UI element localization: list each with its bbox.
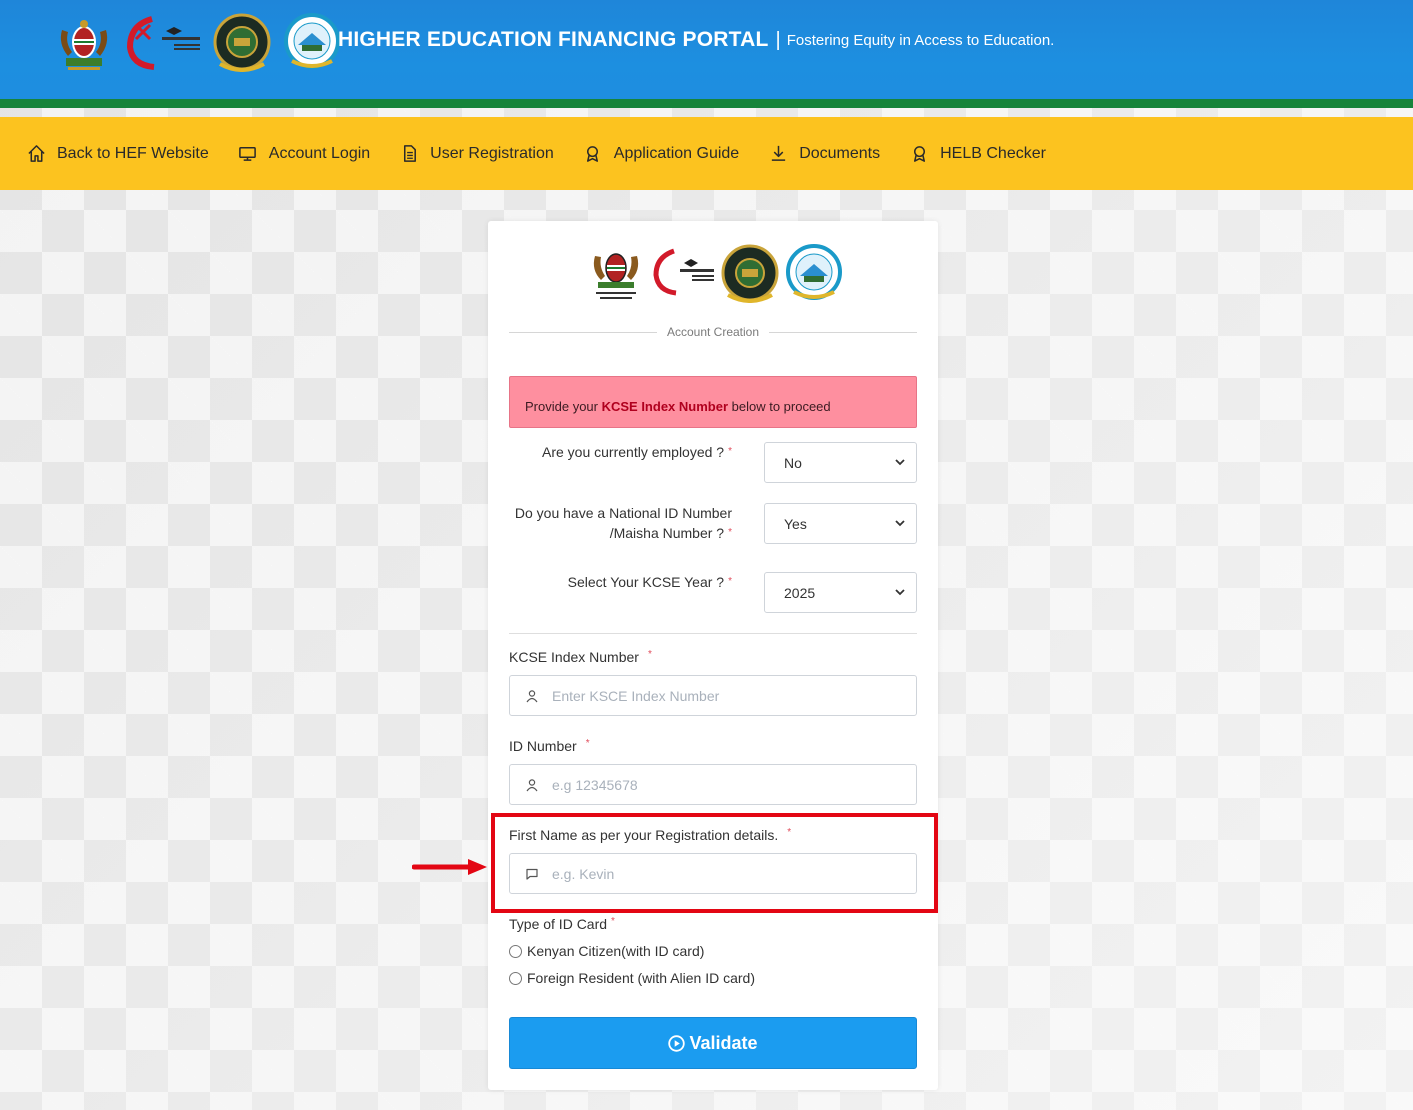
chevron-down-icon [893,585,907,599]
document-icon [399,144,419,164]
play-circle-icon [668,1034,686,1052]
input-placeholder: Enter KSCE Index Number [552,687,720,704]
field-label-text: KCSE Index Number [509,649,639,665]
national-id-select[interactable]: Yes [764,503,917,544]
field-label-text: First Name as per your Registration deta… [509,827,779,843]
nav-label: HELB Checker [940,144,1046,162]
first-name-input[interactable]: e.g. Kevin [509,853,917,894]
validate-button[interactable]: Validate [509,1017,917,1069]
helb-logo [210,10,274,74]
universities-fund-logo [784,241,844,305]
user-icon [514,778,550,792]
nav-label: Documents [799,144,881,162]
question-text: Are you currently employed ? [542,444,725,460]
id-number-input[interactable]: e.g 12345678 [509,764,917,805]
id-number-label: ID Number * [509,738,590,754]
required-marker: * [611,916,615,927]
radio-button[interactable] [509,944,522,958]
chevron-down-icon [893,516,907,530]
question-text: Do you have a National ID Number /Maisha… [514,505,732,541]
top-header: HIGHER EDUCATION FINANCING PORTAL | Fost… [0,0,1413,108]
section-title: Account Creation [666,325,760,339]
alert-suffix: below to proceed [728,399,831,414]
kcse-alert: Provide your KCSE Index Number below to … [509,376,917,428]
input-placeholder: e.g. Kevin [552,865,615,882]
nav-label: Account Login [268,144,371,162]
divider-line [509,331,657,333]
id-card-type-label: Type of ID Card * [509,916,615,932]
nav-label: Application Guide [613,144,740,162]
required-marker: * [728,576,732,587]
monitor-icon [238,144,258,164]
nav-back-to-hef-website[interactable]: Back to HEF Website [26,144,209,164]
kcse-index-label: KCSE Index Number * [509,649,652,665]
radio-label: Foreign Resident (with Alien ID card) [527,970,755,986]
field-label-text: Type of ID Card [509,916,608,932]
select-value: Yes [784,515,807,532]
kcse-year-question-label: Select Your KCSE Year ? * [500,572,732,592]
kenya-coat-of-arms-logo [52,10,116,74]
card-logos [586,241,844,305]
question-text: Select Your KCSE Year ? [567,574,725,590]
portal-brand: HIGHER EDUCATION FINANCING PORTAL | Fost… [338,28,1054,52]
nav-label: User Registration [430,144,554,162]
section-divider: Account Creation [509,325,917,339]
nav-documents[interactable]: Documents [768,144,880,164]
kcse-index-input[interactable]: Enter KSCE Index Number [509,675,917,716]
nav-application-guide[interactable]: Application Guide [583,144,739,164]
kenya-coat-of-arms-logo [586,241,646,305]
nav-label: Back to HEF Website [57,144,209,162]
header-logos [52,10,344,74]
main-nav: Back to HEF Website Account Login User R… [0,117,1413,190]
portal-tagline: Fostering Equity in Access to Education. [786,31,1055,49]
message-icon [514,867,550,881]
award-icon [583,144,603,164]
kcse-year-select[interactable]: 2025 [764,572,917,613]
employed-select[interactable]: No [764,442,917,483]
award-icon [909,144,929,164]
section-separator [509,633,917,634]
universities-fund-logo [280,10,344,74]
required-marker: * [787,827,792,838]
home-icon [26,144,46,164]
helb-logo [720,241,780,305]
radio-kenyan-citizen[interactable]: Kenyan Citizen(with ID card) [509,943,704,959]
alert-prefix: Provide your [525,399,602,414]
registration-card: Account Creation Provide your KCSE Index… [488,221,938,1090]
title-separator: | [775,28,781,51]
chevron-down-icon [893,455,907,469]
radio-label: Kenyan Citizen(with ID card) [527,943,705,959]
nav-user-registration[interactable]: User Registration [399,144,554,164]
header-green-strip [0,99,1413,108]
required-marker: * [728,527,732,538]
pointer-arrow-icon [412,859,487,875]
national-id-question-label: Do you have a National ID Number /Maisha… [500,503,732,543]
alert-emphasis: KCSE Index Number [601,399,729,414]
divider-line [769,331,917,333]
select-value: 2025 [784,584,816,601]
select-value: No [784,454,802,471]
input-placeholder: e.g 12345678 [552,776,638,793]
nav-account-login[interactable]: Account Login [238,144,370,164]
nav-helb-checker[interactable]: HELB Checker [909,144,1046,164]
field-label-text: ID Number [509,738,577,754]
radio-foreign-resident[interactable]: Foreign Resident (with Alien ID card) [509,970,755,986]
download-icon [768,144,788,164]
user-icon [514,689,550,703]
first-name-label: First Name as per your Registration deta… [509,827,791,843]
employed-question-label: Are you currently employed ? * [500,442,732,462]
ministry-of-education-logo [650,241,716,305]
required-marker: * [728,446,732,457]
required-marker: * [647,649,652,660]
required-marker: * [585,738,590,749]
ministry-of-education-logo [122,10,204,74]
radio-button[interactable] [509,971,522,985]
validate-label: Validate [689,1032,758,1053]
portal-title: HIGHER EDUCATION FINANCING PORTAL [338,28,769,51]
